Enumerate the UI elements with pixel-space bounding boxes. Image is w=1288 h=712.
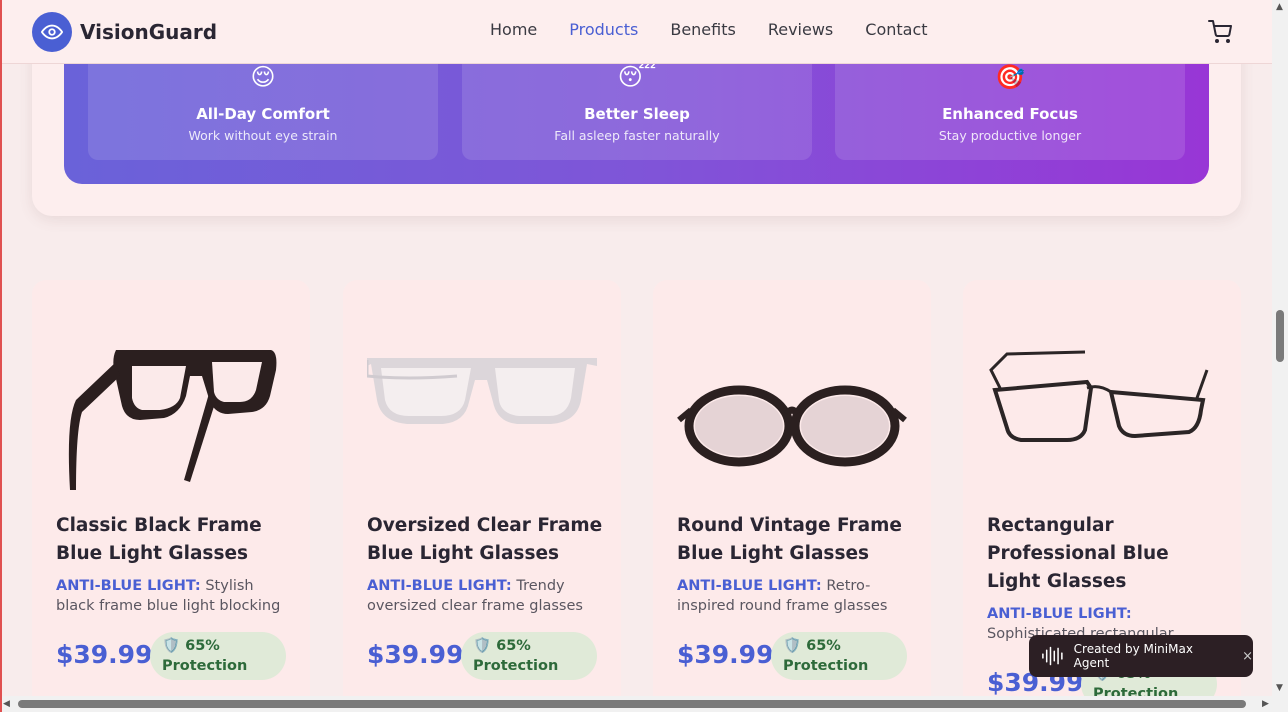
protection-badge: 🛡️ 65% Protection	[461, 632, 597, 680]
benefit-title: Enhanced Focus	[942, 105, 1078, 123]
created-by-toast: Created by MiniMax Agent ×	[1029, 635, 1253, 677]
brand-logo[interactable]: VisionGuard	[32, 12, 217, 52]
product-description: ANTI-BLUE LIGHT: Retro-inspired round fr…	[677, 576, 909, 616]
benefit-subtitle: Work without eye strain	[188, 128, 338, 143]
nav-contact[interactable]: Contact	[865, 20, 927, 39]
classic-black-glasses-image	[68, 350, 277, 490]
brand-name: VisionGuard	[80, 20, 218, 44]
product-card[interactable]: Oversized Clear Frame Blue Light Glasses…	[343, 280, 621, 710]
shield-icon: 🛡️	[162, 638, 181, 654]
nav-home[interactable]: Home	[490, 20, 537, 39]
round-vintage-glasses-image	[677, 385, 907, 467]
scroll-right-icon[interactable]: ▶	[1262, 699, 1269, 709]
nav-products[interactable]: Products	[569, 20, 638, 39]
benefit-subtitle: Fall asleep faster naturally	[554, 128, 720, 143]
eye-icon	[32, 12, 72, 52]
main-nav: Home Products Benefits Reviews Contact	[490, 20, 928, 39]
anti-blue-label: ANTI-BLUE LIGHT:	[987, 606, 1132, 622]
shield-icon: 🛡️	[473, 638, 492, 654]
rectangular-professional-glasses-image	[989, 350, 1209, 442]
product-title: Oversized Clear Frame Blue Light Glasses	[367, 515, 603, 564]
sleeping-face-icon: 😴	[617, 63, 657, 91]
benefit-title: All-Day Comfort	[196, 105, 330, 123]
oversized-clear-glasses-image	[367, 358, 597, 424]
anti-blue-label: ANTI-BLUE LIGHT:	[677, 578, 822, 594]
nav-benefits[interactable]: Benefits	[670, 20, 736, 39]
nav-reviews[interactable]: Reviews	[768, 20, 833, 39]
scroll-left-icon[interactable]: ◀	[3, 699, 10, 709]
product-description: ANTI-BLUE LIGHT: Trendy oversized clear …	[367, 576, 599, 616]
vertical-scroll-thumb[interactable]	[1276, 310, 1284, 362]
relieved-face-icon: 😌	[250, 63, 276, 91]
protection-badge: 🛡️ 65% Protection	[771, 632, 907, 680]
anti-blue-label: ANTI-BLUE LIGHT:	[367, 578, 512, 594]
product-price: $39.99	[677, 640, 774, 669]
scroll-down-icon[interactable]: ▼	[1276, 683, 1283, 693]
site-header: VisionGuard Home Products Benefits Revie…	[0, 0, 1272, 64]
product-description: ANTI-BLUE LIGHT: Stylish black frame blu…	[56, 576, 288, 616]
product-price: $39.99	[367, 640, 464, 669]
product-title: Rectangular Professional Blue Light Glas…	[987, 515, 1169, 592]
close-icon[interactable]: ×	[1242, 649, 1253, 664]
page-edge	[0, 0, 2, 712]
product-title: Round Vintage Frame Blue Light Glasses	[677, 515, 902, 564]
soundwave-icon	[1042, 646, 1063, 666]
benefit-subtitle: Stay productive longer	[938, 128, 1082, 143]
product-price: $39.99	[56, 640, 153, 669]
product-card[interactable]: Round Vintage Frame Blue Light Glasses A…	[653, 280, 931, 710]
scroll-up-icon[interactable]: ▲	[1276, 2, 1283, 12]
protection-badge: 🛡️ 65% Protection	[150, 632, 286, 680]
toast-text: Created by MiniMax Agent	[1073, 642, 1193, 670]
horizontal-scrollbar[interactable]: ◀ ▶	[0, 696, 1288, 712]
horizontal-scroll-thumb[interactable]	[18, 700, 1246, 708]
shield-icon: 🛡️	[783, 638, 802, 654]
product-title: Classic Black Frame Blue Light Glasses	[56, 515, 262, 564]
anti-blue-label: ANTI-BLUE LIGHT:	[56, 578, 201, 594]
benefit-title: Better Sleep	[584, 105, 690, 123]
vertical-scrollbar[interactable]: ▲ ▼	[1272, 0, 1288, 696]
cart-icon[interactable]	[1208, 20, 1232, 48]
target-icon: 🎯	[995, 63, 1025, 91]
product-card[interactable]: Classic Black Frame Blue Light Glasses A…	[32, 280, 310, 710]
